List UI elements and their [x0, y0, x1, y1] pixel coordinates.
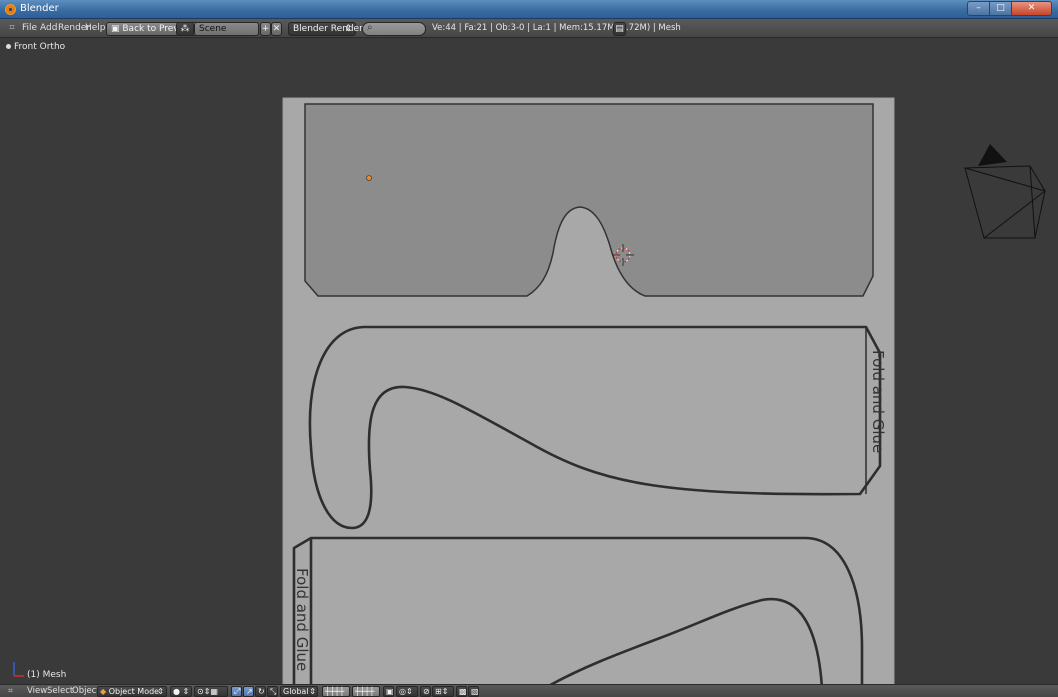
render-engine-select[interactable]: Blender Render ⇕ — [288, 22, 363, 36]
rotate-manipulator[interactable]: ↻ — [255, 686, 266, 697]
render-icon: ▤ — [615, 24, 624, 34]
render-anim-icon: ▧ — [471, 687, 479, 696]
menu-view[interactable]: View — [27, 686, 47, 696]
add-scene-button[interactable]: + — [260, 22, 271, 36]
manipulator-icon: ⤢ — [234, 687, 241, 696]
snap-grid-icon: ⊞⇕ — [435, 687, 449, 696]
opengl-animation-button[interactable]: ▧ — [468, 686, 479, 697]
rotate-icon: ↻ — [258, 687, 265, 696]
screen-icon: ▣ — [111, 24, 123, 34]
proportional-edit-select[interactable]: ◎⇕ — [396, 686, 418, 697]
menu-select[interactable]: Select — [47, 686, 73, 696]
view-dot-icon — [6, 44, 11, 49]
translate-manipulator[interactable]: ↗ — [243, 686, 254, 697]
3d-viewport[interactable]: Fold and Glue Fold and Glue Front Ortho … — [0, 38, 1058, 684]
lock-icon: ▣ — [386, 687, 394, 696]
render-still-icon: ▩ — [459, 687, 467, 696]
delete-scene-button[interactable]: ✕ — [271, 22, 282, 36]
window-titlebar: Blender – □ ✕ — [0, 0, 1058, 19]
scale-manipulator[interactable]: ⤡ — [267, 686, 278, 697]
opengl-render-button[interactable]: ▩ — [456, 686, 467, 697]
view3d-header: ⌗ View Select Object ◆ Object Mode ⇕ ● ⇕… — [0, 684, 1058, 697]
lock-layers-button[interactable]: ▣ — [383, 686, 394, 697]
updown-arrows-icon-mode: ⇕ — [157, 687, 164, 696]
scale-icon: ⤡ — [270, 687, 277, 696]
editor-type-icon[interactable]: ⌗ — [6, 22, 18, 34]
scene-stats: Ve:44 | Fa:21 | Ob:3-0 | La:1 | Mem:15.1… — [432, 23, 681, 33]
pivot-point-select[interactable]: ⊙⇕▦ — [194, 686, 228, 697]
mode-select[interactable]: ◆ Object Mode ⇕ — [97, 686, 167, 697]
viewport-shading-select[interactable]: ● ⇕ — [170, 686, 192, 697]
scene-icon: ⁂ — [180, 24, 190, 34]
menu-add[interactable]: Add — [40, 23, 57, 33]
object-origin-icon — [366, 175, 372, 181]
search-icon: ⌕ — [367, 22, 373, 33]
maximize-button[interactable]: □ — [990, 1, 1012, 16]
menu-object[interactable]: Object — [72, 686, 100, 696]
menu-file[interactable]: File — [22, 23, 37, 33]
minimize-button[interactable]: – — [967, 1, 990, 16]
snap-toggle[interactable]: ⊘ — [420, 686, 431, 697]
view-label: Front Ortho — [6, 42, 65, 52]
render-engine-label: Blender Render — [293, 24, 363, 34]
window-title: Blender — [20, 3, 59, 14]
updown-arrows-icon: ⇕ — [344, 24, 352, 34]
view-label-text: Front Ortho — [14, 42, 66, 52]
orientation-label: Global — [283, 687, 309, 696]
translate-icon: ↗ — [246, 687, 253, 696]
layers-row-1[interactable]: ┼┼┼┼ — [322, 686, 350, 697]
fold-and-glue-label-upper: Fold and Glue — [869, 350, 887, 453]
mode-label: Object Mode — [108, 687, 160, 696]
manipulator-toggle[interactable]: ⤢ — [231, 686, 242, 697]
window-controls: – □ ✕ — [967, 1, 1052, 16]
active-object-label: (1) Mesh — [27, 670, 67, 680]
render-preview-button[interactable]: ▤ — [613, 22, 626, 36]
scene-name-field[interactable]: Scene — [194, 22, 259, 36]
transform-orientation-select[interactable]: Global ⇕ — [280, 686, 318, 697]
info-header: ⌗ File Add Render Help ▣ Back to Previou… — [0, 19, 1058, 38]
snap-element-select[interactable]: ⊞⇕ — [432, 686, 454, 697]
fold-and-glue-label-lower: Fold and Glue — [293, 568, 311, 671]
layers-icon-2: ┼┼┼┼ — [355, 687, 375, 696]
updown-arrows-icon-orient: ⇕ — [309, 687, 316, 696]
layers-row-2[interactable]: ┼┼┼┼ — [352, 686, 380, 697]
layers-icon: ┼┼┼┼ — [325, 687, 345, 696]
search-field[interactable]: ⌕ — [362, 22, 426, 36]
editor-type-icon-bottom[interactable]: ⌗ — [8, 686, 13, 696]
magnet-icon: ⊘ — [423, 687, 430, 696]
shading-solid-icon: ● ⇕ — [173, 687, 190, 696]
object-mode-icon: ◆ — [100, 687, 107, 696]
axis-gizmo-icon — [13, 662, 24, 677]
viewport-canvas[interactable]: Fold and Glue Fold and Glue — [0, 38, 1058, 684]
pivot-icon: ⊙⇕▦ — [197, 687, 218, 696]
blender-logo-icon — [5, 4, 16, 15]
menu-help[interactable]: Help — [85, 23, 106, 33]
scene-browse-button[interactable]: ⁂ — [176, 22, 194, 36]
proportional-icon: ◎⇕ — [399, 687, 413, 696]
close-button[interactable]: ✕ — [1012, 1, 1052, 16]
camera-icon[interactable] — [964, 144, 1046, 239]
